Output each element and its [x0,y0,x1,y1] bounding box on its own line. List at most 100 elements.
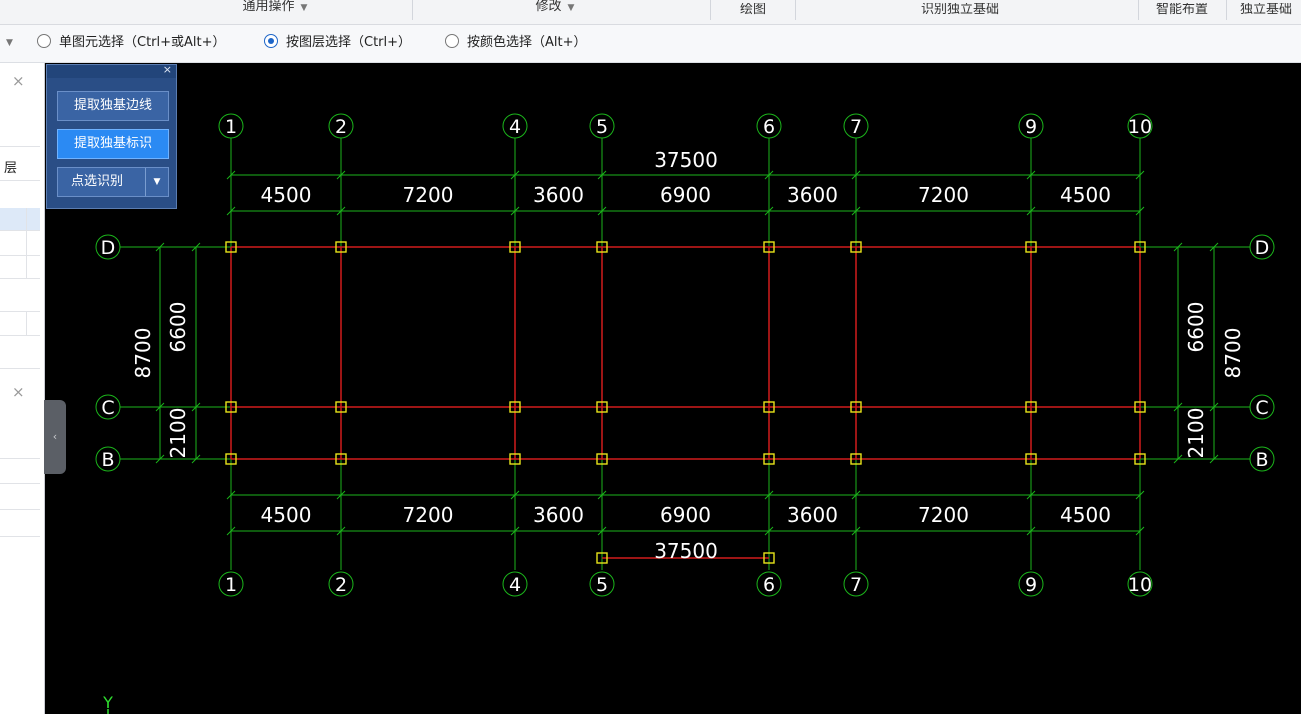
left-side-panel: × 层 × [0,63,45,714]
radio-single-element[interactable]: 单图元选择（Ctrl+或Alt+） [37,33,226,53]
selected-row[interactable] [0,208,40,230]
axis-label: 2 [335,574,347,596]
button-label: 点选识别 [71,174,124,189]
dimension-text: 3600 [533,503,584,527]
radio-circle-icon [445,34,459,48]
dimension-text: 7200 [918,503,969,527]
dimension-text: 6900 [660,503,711,527]
close-icon[interactable]: × [163,63,172,76]
axis-label: 1 [225,574,237,596]
extract-foundation-label-button[interactable]: 提取独基标识 [57,129,169,159]
dimension-text-vertical: 6600 [166,302,190,353]
ribbon-group-isolated-foundation[interactable]: 独立基础 [1240,3,1301,21]
chevron-left-icon: ‹ [52,430,58,443]
ribbon-separator [412,0,413,20]
ribbon-group-draw[interactable]: 绘图 [712,3,794,21]
divider [0,368,40,369]
axis-label: 4 [509,574,521,596]
ribbon-group-label: 智能布置 [1155,3,1208,17]
radio-label: 按图层选择（Ctrl+） [286,35,412,50]
axis-label: B [1255,449,1268,471]
chevron-down-icon[interactable]: ▼ [6,38,13,48]
dimension-text: 6900 [660,183,711,207]
ribbon-group-label: 识别独立基础 [920,3,999,17]
dimension-text: 4500 [261,183,312,207]
chevron-down-icon[interactable]: ▼ [145,168,168,196]
axis-label: 9 [1025,574,1037,596]
close-icon[interactable]: × [12,383,25,401]
divider [0,335,40,336]
identify-floating-panel: × 提取独基边线 提取独基标识 点选识别 ▼ [46,63,177,209]
dimension-text: 4500 [261,503,312,527]
dimension-text: 3600 [787,503,838,527]
axis-label: C [101,397,114,419]
divider [0,536,40,537]
radio-label: 按颜色选择（Alt+） [467,35,587,50]
button-label: 提取独基边线 [73,98,152,113]
axis-label: 5 [596,574,608,596]
dimension-text: 4500 [1060,183,1111,207]
ribbon-group-smart-layout[interactable]: 智能布置 [1140,3,1224,21]
cad-drawing[interactable]: 1 1 2 2 4 4 5 5 6 6 7 7 9 9 10 10 D D C C B B 4500 4500 7200 7200… [45,63,1301,714]
divider [0,255,40,256]
axis-label: 10 [1128,574,1152,596]
ribbon-separator [795,0,796,20]
ribbon-group-modify[interactable]: 修改 ▼ [470,0,640,18]
floating-panel-titlebar[interactable]: × [47,63,176,78]
divider [0,146,40,147]
divider [26,208,27,278]
selection-mode-bar: ▼ 单图元选择（Ctrl+或Alt+） 按图层选择（Ctrl+） 按颜色选择（A… [0,25,1301,63]
point-identify-button[interactable]: 点选识别 ▼ [57,167,169,197]
dimension-text: 3600 [787,183,838,207]
divider [0,311,40,312]
divider [0,230,40,231]
divider [26,311,27,335]
axis-label: 7 [850,574,862,596]
dimension-text-vertical: 6600 [1184,302,1208,353]
ribbon-group-label: 独立基础 [1240,3,1293,17]
radio-by-layer[interactable]: 按图层选择（Ctrl+） [264,33,411,53]
chevron-down-icon: ▼ [567,3,575,13]
ribbon-separator [1226,0,1227,20]
axis-label: 6 [763,116,775,138]
ribbon-separator [1138,0,1139,20]
divider [0,509,40,510]
ribbon-group-identify[interactable]: 识别独立基础 [860,3,1060,21]
button-label: 提取独基标识 [73,136,152,151]
ribbon: 通用操作 ▼ 修改 ▼ 绘图 识别独立基础 智能布置 独立基础 [0,0,1301,25]
axis-label: 1 [225,116,237,138]
radio-label: 单图元选择（Ctrl+或Alt+） [59,35,226,50]
drawing-canvas[interactable]: 1 1 2 2 4 4 5 5 6 6 7 7 9 9 10 10 D D C C B B 4500 4500 7200 7200… [45,63,1301,714]
extract-foundation-edge-button[interactable]: 提取独基边线 [57,91,169,121]
axis-label: 4 [509,116,521,138]
dimension-text-vertical: 8700 [1221,328,1245,379]
panel-text: 层 [4,161,18,176]
panel-collapse-handle[interactable]: ‹ [44,400,66,474]
chevron-down-icon: ▼ [300,3,308,13]
axis-label: 6 [763,574,775,596]
axis-label: D [101,237,116,259]
divider [0,278,40,279]
dimension-text: 4500 [1060,503,1111,527]
ribbon-separator [710,0,711,20]
divider [0,483,40,484]
divider [0,180,40,181]
radio-circle-icon [37,34,51,48]
axis-label: 10 [1128,116,1152,138]
axis-label: C [1255,397,1268,419]
axis-label: 2 [335,116,347,138]
radio-by-color[interactable]: 按颜色选择（Alt+） [445,33,587,53]
dimension-text: 7200 [918,183,969,207]
dimension-text-vertical: 8700 [131,328,155,379]
dimension-total-text: 37500 [654,148,718,172]
dimension-text-vertical: 2100 [1184,408,1208,459]
dimension-text-vertical: 2100 [166,408,190,459]
close-icon[interactable]: × [12,72,25,90]
ribbon-group-label: 绘图 [739,3,766,17]
divider [0,458,40,459]
dimension-text: 3600 [533,183,584,207]
dimension-text: 7200 [403,503,454,527]
ribbon-group-general[interactable]: 通用操作 ▼ [150,0,400,18]
radio-selected-icon [264,34,278,48]
ribbon-group-label: 通用操作 [242,0,295,14]
